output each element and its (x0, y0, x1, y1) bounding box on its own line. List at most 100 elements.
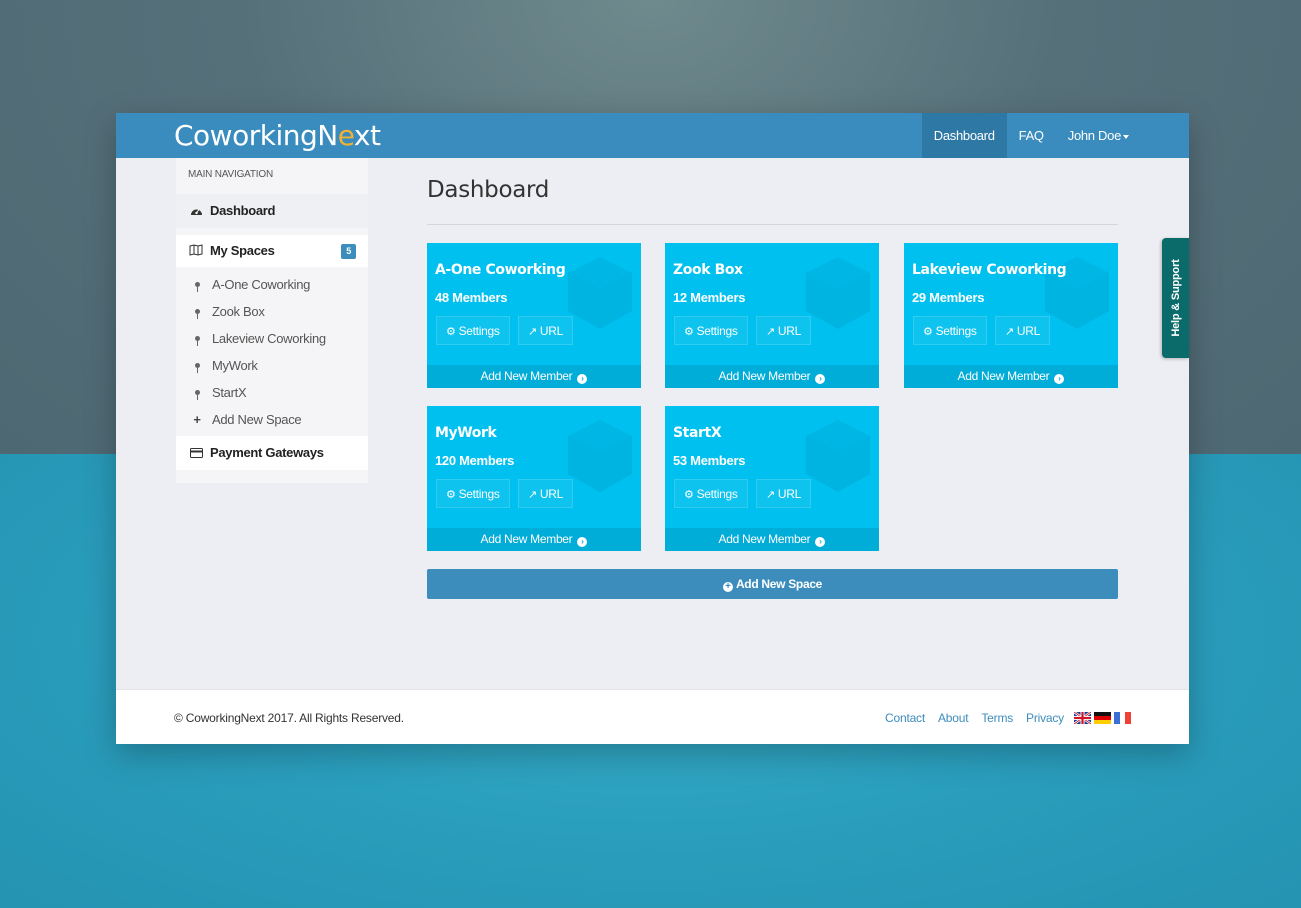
sidebar-item-space[interactable]: Zook Box (176, 298, 368, 325)
url-label: URL (1016, 324, 1041, 338)
settings-label: Settings (458, 324, 500, 338)
sidebar: MAIN NAVIGATION Dashboard My Spaces 5 A-… (176, 158, 368, 483)
cogs-icon: ⚙ (446, 489, 456, 501)
logo-text-accent: e (337, 119, 355, 152)
external-link-icon: ↗ (1005, 326, 1014, 338)
sidebar-item-label: Payment Gateways (210, 445, 324, 460)
uk-flag-icon[interactable] (1074, 712, 1091, 724)
add-member-link[interactable]: Add New Member › (665, 365, 879, 388)
settings-button[interactable]: ⚙ Settings (674, 316, 748, 345)
sidebar-item-label: Dashboard (210, 203, 276, 218)
settings-button[interactable]: ⚙ Settings (436, 316, 510, 345)
sidebar-item-space[interactable]: A-One Coworking (176, 271, 368, 298)
space-name[interactable]: Lakeview Coworking (912, 262, 1067, 278)
arrow-circle-right-icon: › (577, 374, 588, 384)
plus-circle-icon: + (722, 582, 733, 592)
top-navbar: CoworkingNext Dashboard FAQ John Doe (116, 113, 1189, 158)
url-label: URL (777, 324, 802, 338)
add-member-label: Add New Member (718, 532, 811, 546)
cube-icon (806, 257, 870, 329)
external-link-icon: ↗ (766, 489, 775, 501)
add-member-link[interactable]: Add New Member › (427, 528, 641, 551)
france-flag-icon[interactable] (1114, 712, 1131, 724)
sidebar-item-label: MyWork (212, 358, 258, 373)
pin-icon (190, 298, 204, 325)
sidebar-item-label: Add New Space (212, 412, 302, 427)
sidebar-item-space[interactable]: MyWork (176, 352, 368, 379)
cogs-icon: ⚙ (684, 489, 694, 501)
sidebar-item-space[interactable]: Lakeview Coworking (176, 325, 368, 352)
space-name[interactable]: Zook Box (673, 262, 743, 278)
cogs-icon: ⚙ (923, 326, 933, 338)
url-button[interactable]: ↗ URL (756, 479, 812, 508)
footer-link-privacy[interactable]: Privacy (1026, 711, 1064, 725)
add-member-link[interactable]: Add New Member › (904, 365, 1118, 388)
arrow-circle-right-icon: › (815, 537, 826, 547)
sidebar-item-label: StartX (212, 385, 247, 400)
space-card: Zook Box 12 Members ⚙ Settings ↗ URL Add N… (665, 243, 879, 388)
credit-card-icon (188, 436, 204, 470)
settings-button[interactable]: ⚙ Settings (674, 479, 748, 508)
footer-links: Contact About Terms Privacy (872, 711, 1131, 725)
app-window: CoworkingNext Dashboard FAQ John Doe MAI… (116, 113, 1189, 744)
member-count: 29 Members (912, 290, 985, 305)
cube-icon (806, 420, 870, 492)
sidebar-item-my-spaces[interactable]: My Spaces 5 (176, 235, 368, 267)
pin-icon (190, 379, 204, 406)
add-new-space-button[interactable]: + Add New Space (427, 569, 1118, 599)
url-button[interactable]: ↗ URL (995, 316, 1051, 345)
settings-label: Settings (458, 487, 500, 501)
sidebar-header: MAIN NAVIGATION (188, 169, 273, 180)
member-count: 12 Members (673, 290, 746, 305)
nav-faq[interactable]: FAQ (1007, 113, 1056, 158)
logo-text-prefix: CoworkingN (174, 119, 338, 152)
url-label: URL (539, 487, 564, 501)
url-label: URL (777, 487, 802, 501)
spaces-count-badge: 5 (341, 244, 356, 259)
add-member-label: Add New Member (480, 532, 573, 546)
url-button[interactable]: ↗ URL (518, 479, 574, 508)
footer-link-about[interactable]: About (938, 711, 969, 725)
footer-link-contact[interactable]: Contact (885, 711, 925, 725)
cogs-icon: ⚙ (446, 326, 456, 338)
add-member-link[interactable]: Add New Member › (665, 528, 879, 551)
space-card: StartX 53 Members ⚙ Settings ↗ URL Add New… (665, 406, 879, 551)
footer-link-terms[interactable]: Terms (981, 711, 1013, 725)
add-member-link[interactable]: Add New Member › (427, 365, 641, 388)
member-count: 120 Members (435, 453, 515, 468)
plus-icon: + (193, 412, 201, 427)
nav-dashboard[interactable]: Dashboard (921, 113, 1007, 158)
space-card: MyWork 120 Members ⚙ Settings ↗ URL Add Ne… (427, 406, 641, 551)
caret-down-icon (1123, 134, 1129, 139)
logo[interactable]: CoworkingNext (174, 119, 381, 152)
dashboard-icon (188, 194, 204, 228)
top-nav: Dashboard FAQ John Doe (921, 113, 1141, 158)
germany-flag-icon[interactable] (1094, 712, 1111, 724)
settings-button[interactable]: ⚙ Settings (913, 316, 987, 345)
settings-label: Settings (935, 324, 977, 338)
settings-button[interactable]: ⚙ Settings (436, 479, 510, 508)
space-name[interactable]: StartX (673, 425, 722, 441)
sidebar-item-space[interactable]: StartX (176, 379, 368, 406)
sidebar-item-add-space[interactable]: + Add New Space (176, 406, 368, 433)
cogs-icon: ⚙ (684, 326, 694, 338)
space-name[interactable]: A-One Coworking (435, 262, 566, 278)
settings-label: Settings (696, 487, 738, 501)
sidebar-item-dashboard[interactable]: Dashboard (176, 194, 368, 228)
user-menu[interactable]: John Doe (1056, 113, 1141, 158)
sidebar-item-label: A-One Coworking (212, 277, 311, 292)
add-member-label: Add New Member (718, 369, 811, 383)
url-button[interactable]: ↗ URL (518, 316, 574, 345)
space-name[interactable]: MyWork (435, 425, 497, 441)
space-card: A-One Coworking 48 Members ⚙ Settings ↗ UR… (427, 243, 641, 388)
url-label: URL (539, 324, 564, 338)
sidebar-item-payment-gateways[interactable]: Payment Gateways (176, 436, 368, 470)
arrow-circle-right-icon: › (815, 374, 826, 384)
copyright-text: © CoworkingNext 2017. All Rights Reserve… (174, 711, 404, 725)
url-button[interactable]: ↗ URL (756, 316, 812, 345)
space-card: Lakeview Coworking 29 Members ⚙ Settings … (904, 243, 1118, 388)
help-support-tab[interactable]: Help & Support (1162, 238, 1189, 358)
add-space-label: Add New Space (735, 577, 823, 591)
settings-label: Settings (696, 324, 738, 338)
external-link-icon: ↗ (528, 326, 537, 338)
